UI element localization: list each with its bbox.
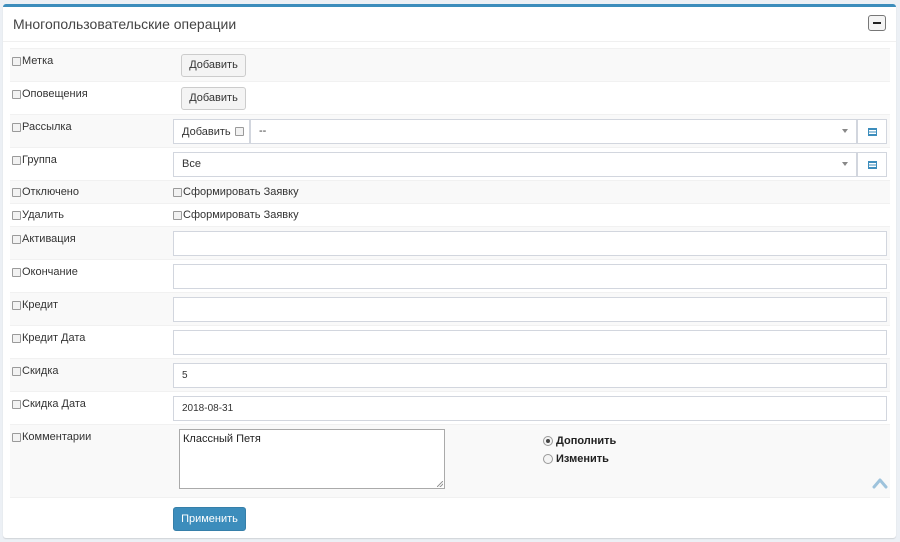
disabled-request-label: Сформировать Заявку (183, 186, 299, 198)
list-icon (867, 127, 877, 136)
ending-row-label: Окончание (22, 266, 78, 278)
delete-request-label: Сформировать Заявку (183, 209, 299, 221)
collapse-button[interactable] (868, 15, 886, 31)
discount-date-checkbox[interactable] (12, 399, 21, 409)
row-comments: Комментарии Классный Петя Дополнить Изме… (10, 424, 890, 498)
comments-checkbox[interactable] (12, 432, 21, 442)
row-disabled: Отключено Сформировать Заявку (10, 180, 890, 204)
credit-row-label: Кредит (22, 299, 59, 311)
disabled-request-checkbox[interactable] (173, 187, 182, 197)
discount-row-label: Скидка (22, 365, 59, 377)
resize-handle-icon[interactable] (437, 481, 443, 487)
mailing-add-checkbox[interactable] (234, 127, 244, 136)
credit-checkbox[interactable] (12, 300, 21, 310)
row-notifications: Оповещения Добавить (10, 81, 890, 115)
group-select-value: Все (182, 158, 201, 170)
discount-date-input[interactable]: 2018-08-31 (173, 396, 887, 421)
group-list-button[interactable] (857, 152, 887, 177)
row-mailing: Рассылка Добавить -- (10, 114, 890, 148)
comments-row-label: Комментарии (22, 431, 92, 443)
group-select[interactable]: Все (173, 152, 857, 177)
minus-icon (873, 22, 881, 24)
comments-text: Классный Петя (183, 433, 261, 445)
delete-checkbox[interactable] (12, 210, 21, 220)
discount-checkbox[interactable] (12, 366, 21, 376)
apply-button[interactable]: Применить (173, 507, 246, 531)
credit-date-input[interactable] (173, 330, 887, 355)
row-credit: Кредит (10, 292, 890, 326)
credit-date-row-label: Кредит Дата (22, 332, 86, 344)
delete-request-checkbox[interactable] (173, 210, 182, 220)
activation-checkbox[interactable] (12, 234, 21, 244)
list-icon (867, 160, 877, 169)
label-add-button[interactable]: Добавить (181, 54, 246, 77)
comments-textarea[interactable]: Классный Петя (179, 429, 445, 489)
radio-append-label: Дополнить (556, 435, 617, 447)
ending-checkbox[interactable] (12, 267, 21, 277)
delete-row-label: Удалить (22, 209, 64, 221)
chevron-down-icon (842, 162, 848, 166)
radio-change-label: Изменить (556, 453, 609, 465)
notifications-checkbox[interactable] (12, 89, 21, 99)
discount-date-row-label: Скидка Дата (22, 398, 86, 410)
mailing-checkbox[interactable] (12, 122, 21, 132)
disabled-checkbox[interactable] (12, 187, 21, 197)
radio-change-option[interactable]: Изменить (543, 453, 609, 465)
radio-append-option[interactable]: Дополнить (543, 435, 616, 447)
group-checkbox[interactable] (12, 155, 21, 165)
radio-append[interactable] (543, 436, 553, 446)
label-row-label: Метка (22, 55, 54, 67)
discount-input[interactable]: 5 (173, 363, 887, 388)
row-credit-date: Кредит Дата (10, 325, 890, 359)
mailing-select[interactable]: -- (250, 119, 857, 144)
activation-input[interactable] (173, 231, 887, 256)
row-discount: Скидка 5 (10, 358, 890, 392)
row-activation: Активация (10, 226, 890, 260)
row-group: Группа Все (10, 147, 890, 181)
panel-header: Многопользовательские операции (3, 7, 896, 42)
row-ending: Окончание (10, 259, 890, 293)
row-discount-date: Скидка Дата 2018-08-31 (10, 391, 890, 425)
chevron-down-icon (842, 129, 848, 133)
mailing-select-value: -- (259, 125, 267, 137)
scroll-to-top-icon[interactable] (872, 477, 888, 489)
mailing-list-button[interactable] (857, 119, 887, 144)
mailing-row-label: Рассылка (22, 121, 72, 133)
row-delete: Удалить Сформировать Заявку (10, 203, 890, 227)
label-checkbox[interactable] (12, 56, 21, 66)
notifications-row-label: Оповещения (22, 88, 88, 100)
panel-title: Многопользовательские операции (13, 16, 237, 32)
ending-input[interactable] (173, 264, 887, 289)
row-label: Метка Добавить (10, 48, 890, 82)
credit-date-checkbox[interactable] (12, 333, 21, 343)
activation-row-label: Активация (22, 233, 76, 245)
mailing-add-label: Добавить (182, 125, 231, 138)
group-row-label: Группа (22, 154, 57, 166)
mailing-add-addon[interactable]: Добавить (173, 119, 250, 144)
disabled-row-label: Отключено (22, 186, 79, 198)
notifications-add-button[interactable]: Добавить (181, 87, 246, 110)
radio-change[interactable] (543, 454, 553, 464)
multi-user-operations-panel: Многопользовательские операции Метка Доб… (3, 4, 896, 538)
credit-input[interactable] (173, 297, 887, 322)
